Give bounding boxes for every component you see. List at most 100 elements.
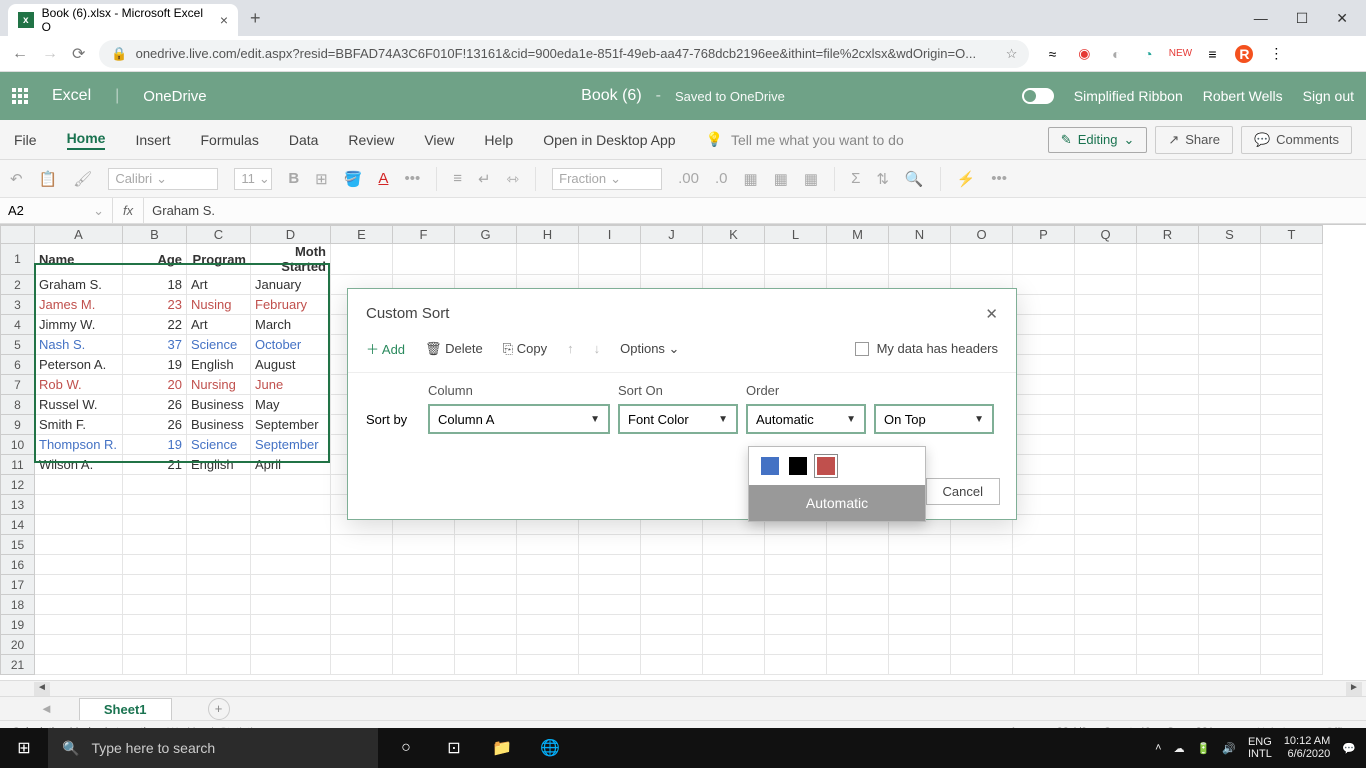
cell-C12[interactable] xyxy=(187,475,251,495)
cell-F1[interactable] xyxy=(393,244,455,275)
cell-P15[interactable] xyxy=(1013,535,1075,555)
cell-Q18[interactable] xyxy=(1075,595,1137,615)
col-header-H[interactable]: H xyxy=(517,226,579,244)
cell-T10[interactable] xyxy=(1261,435,1323,455)
cell-D12[interactable] xyxy=(251,475,331,495)
row-header-6[interactable]: 6 xyxy=(1,355,35,375)
undo-icon[interactable]: ↶ xyxy=(10,170,23,188)
cell-L18[interactable] xyxy=(765,595,827,615)
cell-C16[interactable] xyxy=(187,555,251,575)
menu-icon[interactable]: ⋮ xyxy=(1267,45,1285,63)
cell-R21[interactable] xyxy=(1137,655,1199,675)
cell-D11[interactable]: April xyxy=(251,455,331,475)
cell-T16[interactable] xyxy=(1261,555,1323,575)
ext-icon-5[interactable]: NEW xyxy=(1171,45,1189,63)
cell-K15[interactable] xyxy=(703,535,765,555)
cell-G18[interactable] xyxy=(455,595,517,615)
start-button[interactable]: ⊞ xyxy=(0,738,48,758)
star-icon[interactable]: ☆ xyxy=(1006,46,1018,62)
number-format-select[interactable]: Fraction⌄ xyxy=(552,168,662,190)
cell-D4[interactable]: March xyxy=(251,315,331,335)
sort-icon[interactable]: ⇅ xyxy=(876,170,889,188)
cell-S2[interactable] xyxy=(1199,275,1261,295)
row-header-19[interactable]: 19 xyxy=(1,615,35,635)
cell-O18[interactable] xyxy=(951,595,1013,615)
row-header-9[interactable]: 9 xyxy=(1,415,35,435)
col-header-O[interactable]: O xyxy=(951,226,1013,244)
cell-T19[interactable] xyxy=(1261,615,1323,635)
cell-L16[interactable] xyxy=(765,555,827,575)
delete-level-button[interactable]: 🗑 Delete xyxy=(425,341,483,357)
cell-B3[interactable]: 23 xyxy=(123,295,187,315)
ext-icon-1[interactable]: ≈ xyxy=(1043,45,1061,63)
cell-D18[interactable] xyxy=(251,595,331,615)
scroll-left-icon[interactable]: ◄ xyxy=(34,682,50,696)
formula-input[interactable]: Graham S. xyxy=(144,203,223,218)
cell-A3[interactable]: James M. xyxy=(35,295,123,315)
paste-icon[interactable]: 📋 xyxy=(39,170,58,188)
col-header-L[interactable]: L xyxy=(765,226,827,244)
col-header-R[interactable]: R xyxy=(1137,226,1199,244)
cell-D1[interactable]: Moth Started xyxy=(251,244,331,275)
notifications-icon[interactable]: 💬 xyxy=(1342,742,1356,755)
cell-A13[interactable] xyxy=(35,495,123,515)
reload-icon[interactable]: ⟳ xyxy=(72,44,85,64)
cell-N19[interactable] xyxy=(889,615,951,635)
cell-Q11[interactable] xyxy=(1075,455,1137,475)
cell-R16[interactable] xyxy=(1137,555,1199,575)
cell-C10[interactable]: Science xyxy=(187,435,251,455)
cell-E20[interactable] xyxy=(331,635,393,655)
profile-avatar[interactable]: R xyxy=(1235,45,1253,63)
cell-R1[interactable] xyxy=(1137,244,1199,275)
cell-T13[interactable] xyxy=(1261,495,1323,515)
col-header-G[interactable]: G xyxy=(455,226,517,244)
cell-C19[interactable] xyxy=(187,615,251,635)
cell-K20[interactable] xyxy=(703,635,765,655)
cell-T20[interactable] xyxy=(1261,635,1323,655)
cell-A1[interactable]: Name xyxy=(35,244,123,275)
cell-D15[interactable] xyxy=(251,535,331,555)
cell-E17[interactable] xyxy=(331,575,393,595)
cell-D20[interactable] xyxy=(251,635,331,655)
cell-T21[interactable] xyxy=(1261,655,1323,675)
cell-D6[interactable]: August xyxy=(251,355,331,375)
cell-A16[interactable] xyxy=(35,555,123,575)
cell-S17[interactable] xyxy=(1199,575,1261,595)
cell-B13[interactable] xyxy=(123,495,187,515)
cell-P13[interactable] xyxy=(1013,495,1075,515)
cell-R7[interactable] xyxy=(1137,375,1199,395)
tab-home[interactable]: Home xyxy=(67,130,106,150)
cell-Q14[interactable] xyxy=(1075,515,1137,535)
col-header-D[interactable]: D xyxy=(251,226,331,244)
cell-Q6[interactable] xyxy=(1075,355,1137,375)
col-header-I[interactable]: I xyxy=(579,226,641,244)
cell-N17[interactable] xyxy=(889,575,951,595)
cell-Q9[interactable] xyxy=(1075,415,1137,435)
cell-R9[interactable] xyxy=(1137,415,1199,435)
font-color-icon[interactable]: A xyxy=(378,170,388,187)
cell-P14[interactable] xyxy=(1013,515,1075,535)
automatic-option[interactable]: Automatic xyxy=(749,485,925,521)
cell-F18[interactable] xyxy=(393,595,455,615)
cell-D7[interactable]: June xyxy=(251,375,331,395)
cell-G15[interactable] xyxy=(455,535,517,555)
cell-E19[interactable] xyxy=(331,615,393,635)
cell-A5[interactable]: Nash S. xyxy=(35,335,123,355)
cell-N18[interactable] xyxy=(889,595,951,615)
ext-icon-3[interactable]: ◐ xyxy=(1107,45,1125,63)
ideas-icon[interactable]: ⚡ xyxy=(957,170,976,188)
cell-B11[interactable]: 21 xyxy=(123,455,187,475)
find-icon[interactable]: 🔍 xyxy=(905,170,924,188)
cell-T8[interactable] xyxy=(1261,395,1323,415)
cell-F21[interactable] xyxy=(393,655,455,675)
cell-H1[interactable] xyxy=(517,244,579,275)
cell-P20[interactable] xyxy=(1013,635,1075,655)
more-font-icon[interactable]: ••• xyxy=(404,170,420,187)
cell-S1[interactable] xyxy=(1199,244,1261,275)
cell-S13[interactable] xyxy=(1199,495,1261,515)
row-header-15[interactable]: 15 xyxy=(1,535,35,555)
comments-button[interactable]: 💬Comments xyxy=(1241,126,1352,154)
cell-T18[interactable] xyxy=(1261,595,1323,615)
row-header-1[interactable]: 1 xyxy=(1,244,35,275)
cell-R2[interactable] xyxy=(1137,275,1199,295)
